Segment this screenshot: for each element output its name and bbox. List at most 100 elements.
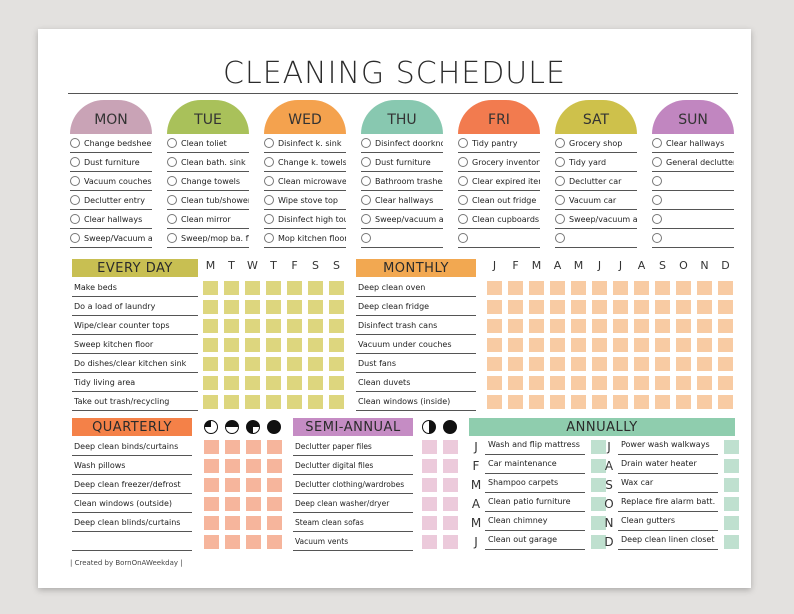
checkbox-square[interactable]	[571, 280, 586, 295]
checkbox-square[interactable]	[422, 534, 437, 549]
checkbox-square[interactable]	[655, 356, 670, 371]
day-task-item[interactable]	[652, 191, 734, 210]
checkbox-square[interactable]	[203, 394, 218, 409]
day-task-item[interactable]: Tidy yard	[555, 153, 637, 172]
checkbox-circle-icon[interactable]	[264, 157, 274, 167]
checkbox-square[interactable]	[613, 375, 628, 390]
checkbox-square[interactable]	[676, 337, 691, 352]
checkbox-square[interactable]	[613, 280, 628, 295]
checkbox-square[interactable]	[266, 337, 281, 352]
checkbox-square[interactable]	[718, 356, 733, 371]
checkbox-square[interactable]	[245, 318, 260, 333]
checkbox-square[interactable]	[676, 318, 691, 333]
day-task-item[interactable]: Mop kitchen floor	[264, 229, 346, 248]
checkbox-circle-icon[interactable]	[264, 138, 274, 148]
checkbox-square[interactable]	[203, 356, 218, 371]
checkbox-circle-icon[interactable]	[361, 138, 371, 148]
checkbox-circle-icon[interactable]	[555, 157, 565, 167]
checkbox-circle-icon[interactable]	[555, 195, 565, 205]
checkbox-circle-icon[interactable]	[167, 233, 177, 243]
checkbox-square[interactable]	[613, 356, 628, 371]
checkbox-square[interactable]	[697, 299, 712, 314]
checkbox-square[interactable]	[592, 337, 607, 352]
checkbox-square[interactable]	[508, 356, 523, 371]
checkbox-square[interactable]	[224, 280, 239, 295]
checkbox-square[interactable]	[422, 477, 437, 492]
day-task-item[interactable]: Bathroom trashes	[361, 172, 443, 191]
day-task-item[interactable]: Grocery shop	[555, 134, 637, 153]
checkbox-square[interactable]	[634, 299, 649, 314]
checkbox-circle-icon[interactable]	[70, 176, 80, 186]
checkbox-square[interactable]	[224, 337, 239, 352]
checkbox-square[interactable]	[225, 477, 240, 492]
checkbox-square[interactable]	[571, 299, 586, 314]
checkbox-square[interactable]	[204, 458, 219, 473]
checkbox-square[interactable]	[443, 534, 458, 549]
checkbox-circle-icon[interactable]	[264, 233, 274, 243]
checkbox-square[interactable]	[724, 496, 739, 511]
day-task-item[interactable]: Clean out fridge	[458, 191, 540, 210]
day-task-item[interactable]: Clean mirror	[167, 210, 249, 229]
checkbox-square[interactable]	[634, 318, 649, 333]
checkbox-square[interactable]	[224, 375, 239, 390]
checkbox-circle-icon[interactable]	[361, 214, 371, 224]
checkbox-circle-icon[interactable]	[70, 157, 80, 167]
checkbox-square[interactable]	[246, 439, 261, 454]
checkbox-square[interactable]	[225, 534, 240, 549]
checkbox-square[interactable]	[245, 375, 260, 390]
checkbox-square[interactable]	[245, 280, 260, 295]
checkbox-square[interactable]	[718, 299, 733, 314]
checkbox-square[interactable]	[550, 318, 565, 333]
checkbox-square[interactable]	[224, 394, 239, 409]
day-task-item[interactable]: Clear hallways	[652, 134, 734, 153]
day-task-item[interactable]	[652, 229, 734, 248]
checkbox-square[interactable]	[287, 318, 302, 333]
day-task-item[interactable]: Disinfect high touch	[264, 210, 346, 229]
checkbox-square[interactable]	[245, 394, 260, 409]
checkbox-square[interactable]	[308, 337, 323, 352]
checkbox-square[interactable]	[634, 375, 649, 390]
checkbox-square[interactable]	[224, 318, 239, 333]
checkbox-square[interactable]	[266, 394, 281, 409]
checkbox-square[interactable]	[266, 299, 281, 314]
checkbox-circle-icon[interactable]	[70, 195, 80, 205]
checkbox-square[interactable]	[718, 394, 733, 409]
day-task-item[interactable]: Change k. towels	[264, 153, 346, 172]
checkbox-square[interactable]	[676, 280, 691, 295]
checkbox-square[interactable]	[225, 458, 240, 473]
checkbox-square[interactable]	[676, 394, 691, 409]
checkbox-square[interactable]	[443, 439, 458, 454]
checkbox-square[interactable]	[508, 375, 523, 390]
checkbox-square[interactable]	[508, 394, 523, 409]
checkbox-square[interactable]	[592, 299, 607, 314]
checkbox-square[interactable]	[287, 280, 302, 295]
checkbox-square[interactable]	[571, 375, 586, 390]
checkbox-square[interactable]	[550, 356, 565, 371]
checkbox-square[interactable]	[718, 318, 733, 333]
checkbox-square[interactable]	[267, 458, 282, 473]
checkbox-circle-icon[interactable]	[652, 233, 662, 243]
checkbox-circle-icon[interactable]	[264, 176, 274, 186]
checkbox-circle-icon[interactable]	[167, 214, 177, 224]
checkbox-square[interactable]	[592, 356, 607, 371]
checkbox-square[interactable]	[308, 280, 323, 295]
checkbox-square[interactable]	[508, 337, 523, 352]
day-task-item[interactable]: Clear hallways	[361, 191, 443, 210]
day-task-item[interactable]: Disinfect doorknobs	[361, 134, 443, 153]
checkbox-square[interactable]	[655, 337, 670, 352]
checkbox-square[interactable]	[655, 299, 670, 314]
checkbox-circle-icon[interactable]	[361, 195, 371, 205]
checkbox-circle-icon[interactable]	[70, 214, 80, 224]
day-task-item[interactable]: Sweep/Vacuum all	[70, 229, 152, 248]
checkbox-square[interactable]	[329, 394, 344, 409]
checkbox-square[interactable]	[550, 337, 565, 352]
checkbox-square[interactable]	[443, 477, 458, 492]
checkbox-square[interactable]	[508, 299, 523, 314]
checkbox-circle-icon[interactable]	[361, 157, 371, 167]
checkbox-square[interactable]	[245, 337, 260, 352]
checkbox-square[interactable]	[203, 318, 218, 333]
checkbox-circle-icon[interactable]	[652, 138, 662, 148]
day-task-item[interactable]: Vacuum couches	[70, 172, 152, 191]
day-task-item[interactable]	[652, 210, 734, 229]
checkbox-square[interactable]	[329, 299, 344, 314]
